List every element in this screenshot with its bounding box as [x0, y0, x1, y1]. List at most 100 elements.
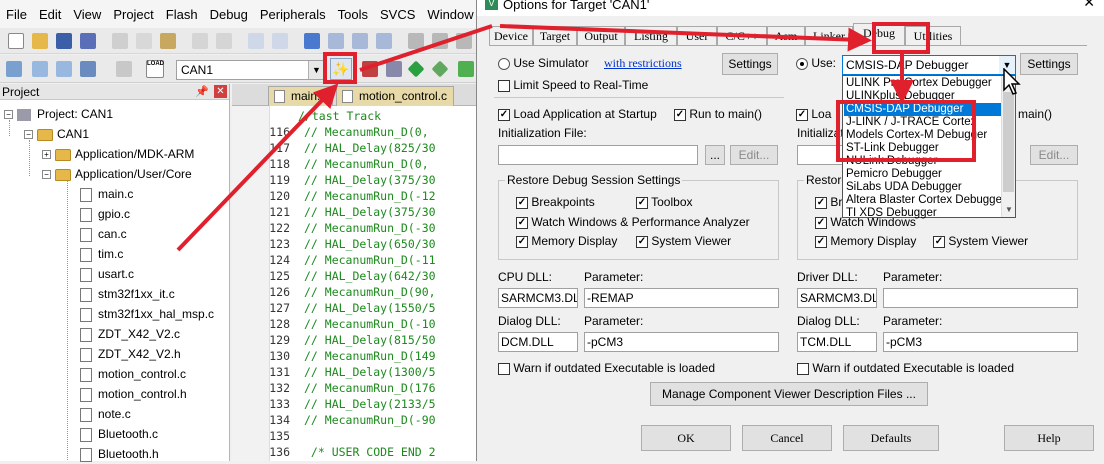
undo-icon[interactable]	[192, 33, 208, 49]
pin-icon[interactable]: 📌	[195, 84, 209, 100]
cut-icon[interactable]	[112, 33, 128, 49]
tab-user[interactable]: User	[677, 26, 717, 45]
edit-init-button[interactable]: Edit...	[730, 145, 778, 165]
batch-build-icon[interactable]	[80, 61, 96, 77]
debugger-option[interactable]: ST-Link Debugger	[844, 142, 1002, 155]
init-file-right-input[interactable]	[797, 145, 843, 165]
simulator-settings-button[interactable]: Settings	[722, 53, 778, 75]
tree-file[interactable]: stm32f1xx_it.c	[80, 284, 175, 304]
options-for-target-icon[interactable]: ✨	[330, 58, 352, 80]
nav-forward-icon[interactable]	[272, 33, 288, 49]
menu-flash[interactable]: Flash	[162, 7, 206, 22]
help-button[interactable]: Help	[1004, 425, 1094, 451]
build-icon[interactable]	[32, 61, 48, 77]
dialog-dll-right-input[interactable]: TCM.DLL	[797, 332, 877, 352]
toolbox-checkbox[interactable]: ✓	[636, 196, 648, 209]
save-all-icon[interactable]	[80, 33, 96, 49]
limit-speed-option[interactable]: Limit Speed to Real-Time	[498, 78, 648, 92]
sysviewer-right-option[interactable]: ✓ System Viewer	[933, 234, 1028, 248]
tree-file[interactable]: motion_control.h	[80, 384, 187, 404]
bookmark-icon[interactable]	[304, 33, 320, 49]
warn-outdated-option[interactable]: Warn if outdated Executable is loaded	[498, 361, 715, 375]
menu-tools[interactable]: Tools	[334, 7, 376, 22]
debugger-option[interactable]: NULink Debugger	[844, 155, 1002, 168]
scroll-down-icon[interactable]: ▼	[1002, 203, 1016, 217]
debugger-select[interactable]: CMSIS-DAP Debugger ▼	[842, 55, 1016, 75]
load-app-right-checkbox[interactable]: ✓	[796, 108, 808, 121]
copy-icon[interactable]	[136, 33, 152, 49]
debugger-option[interactable]: Pemicro Debugger	[844, 168, 1002, 181]
tab-cpp[interactable]: C/C++	[717, 26, 767, 45]
menu-window[interactable]: Window	[423, 7, 481, 22]
cancel-button[interactable]: Cancel	[742, 425, 832, 451]
tab-listing[interactable]: Listing	[625, 26, 677, 45]
download-icon[interactable]: LOAD	[146, 60, 164, 78]
indent-icon[interactable]	[408, 33, 424, 49]
tab-linker[interactable]: Linker	[805, 26, 853, 45]
dialog-param-input[interactable]: -pCM3	[584, 332, 779, 352]
new-file-icon[interactable]	[8, 33, 24, 49]
watch-option[interactable]: ✓ Watch Windows & Performance Analyzer	[516, 215, 750, 229]
redo-icon[interactable]	[216, 33, 232, 49]
breakpoints-checkbox[interactable]: ✓	[516, 196, 528, 209]
manage-project-icon[interactable]	[362, 61, 378, 77]
debugger-option[interactable]: Models Cortex-M Debugger	[844, 129, 1002, 142]
limit-speed-checkbox[interactable]	[498, 79, 510, 92]
menu-file[interactable]: File	[2, 7, 35, 22]
tree-folder[interactable]: + Application/MDK-ARM	[42, 144, 194, 164]
tab-asm[interactable]: Asm	[767, 26, 805, 45]
memory-right-option[interactable]: ✓ Memory Display	[815, 234, 916, 248]
breakpoints-right-checkbox[interactable]: ✓	[815, 196, 827, 209]
browse-button[interactable]: ...	[705, 145, 725, 165]
editor-tab-motion-control[interactable]: motion_control.c	[336, 86, 455, 106]
sysviewer-option[interactable]: ✓ System Viewer	[636, 234, 731, 248]
debugger-option[interactable]: ULINKplus Debugger	[844, 90, 1002, 103]
load-app-checkbox[interactable]: ✓	[498, 108, 510, 121]
menu-peripherals[interactable]: Peripherals	[256, 7, 334, 22]
packs-icon[interactable]	[458, 61, 474, 77]
tree-file[interactable]: motion_control.c	[80, 364, 186, 384]
breakpoints-option[interactable]: ✓ Breakpoints	[516, 195, 595, 209]
watch-right-checkbox[interactable]: ✓	[815, 216, 827, 229]
debugger-radio[interactable]	[796, 57, 808, 70]
menu-view[interactable]: View	[69, 7, 109, 22]
tree-file[interactable]: usart.c	[80, 264, 134, 284]
sysviewer-right-checkbox[interactable]: ✓	[933, 235, 945, 248]
tree-file[interactable]: ZDT_X42_V2.c	[80, 324, 180, 344]
init-file-input[interactable]	[498, 145, 698, 165]
rebuild-icon[interactable]	[56, 61, 72, 77]
sysviewer-checkbox[interactable]: ✓	[636, 235, 648, 248]
menu-project[interactable]: Project	[109, 7, 161, 22]
tree-project-root[interactable]: − Project: CAN1	[4, 104, 113, 124]
collapse-icon[interactable]: −	[42, 170, 51, 180]
menu-debug[interactable]: Debug	[206, 7, 256, 22]
file-extensions-icon[interactable]	[386, 61, 402, 77]
editor-tab-main[interactable]: main.c	[268, 86, 334, 106]
tab-debug[interactable]: Debug	[853, 23, 905, 45]
tab-utilities[interactable]: Utilities	[905, 26, 961, 45]
comment-icon[interactable]	[456, 33, 472, 49]
tree-file[interactable]: Bluetooth.c	[80, 424, 158, 444]
nav-back-icon[interactable]	[248, 33, 264, 49]
simulator-radio[interactable]	[498, 57, 510, 70]
tree-file[interactable]: stm32f1xx_hal_msp.c	[80, 304, 214, 324]
debugger-option[interactable]: J-LINK / J-TRACE Cortex	[844, 116, 1002, 129]
tab-device[interactable]: Device	[489, 26, 533, 45]
use-debugger-option[interactable]: Use:	[796, 56, 836, 70]
collapse-icon[interactable]: −	[24, 130, 33, 140]
debugger-option[interactable]: TI XDS Debugger	[844, 207, 1002, 220]
watch-checkbox[interactable]: ✓	[516, 216, 528, 229]
debugger-option[interactable]: ULINK Pro Cortex Debugger	[844, 77, 1002, 90]
memory-right-checkbox[interactable]: ✓	[815, 235, 827, 248]
load-app-right-option[interactable]: ✓ Loa	[796, 107, 831, 121]
edit-init-right-button[interactable]: Edit...	[1030, 145, 1078, 165]
tree-file[interactable]: main.c	[80, 184, 133, 204]
chevron-down-icon[interactable]: ▼	[308, 61, 324, 79]
driver-dll-input[interactable]: SARMCM3.DLL	[797, 288, 877, 308]
stop-build-icon[interactable]	[116, 61, 132, 77]
dialog-param-right-input[interactable]: -pCM3	[883, 332, 1078, 352]
run-main-option[interactable]: ✓ Run to main()	[674, 107, 762, 121]
outdent-icon[interactable]	[432, 33, 448, 49]
paste-icon[interactable]	[160, 33, 176, 49]
run-main-checkbox[interactable]: ✓	[674, 108, 686, 121]
